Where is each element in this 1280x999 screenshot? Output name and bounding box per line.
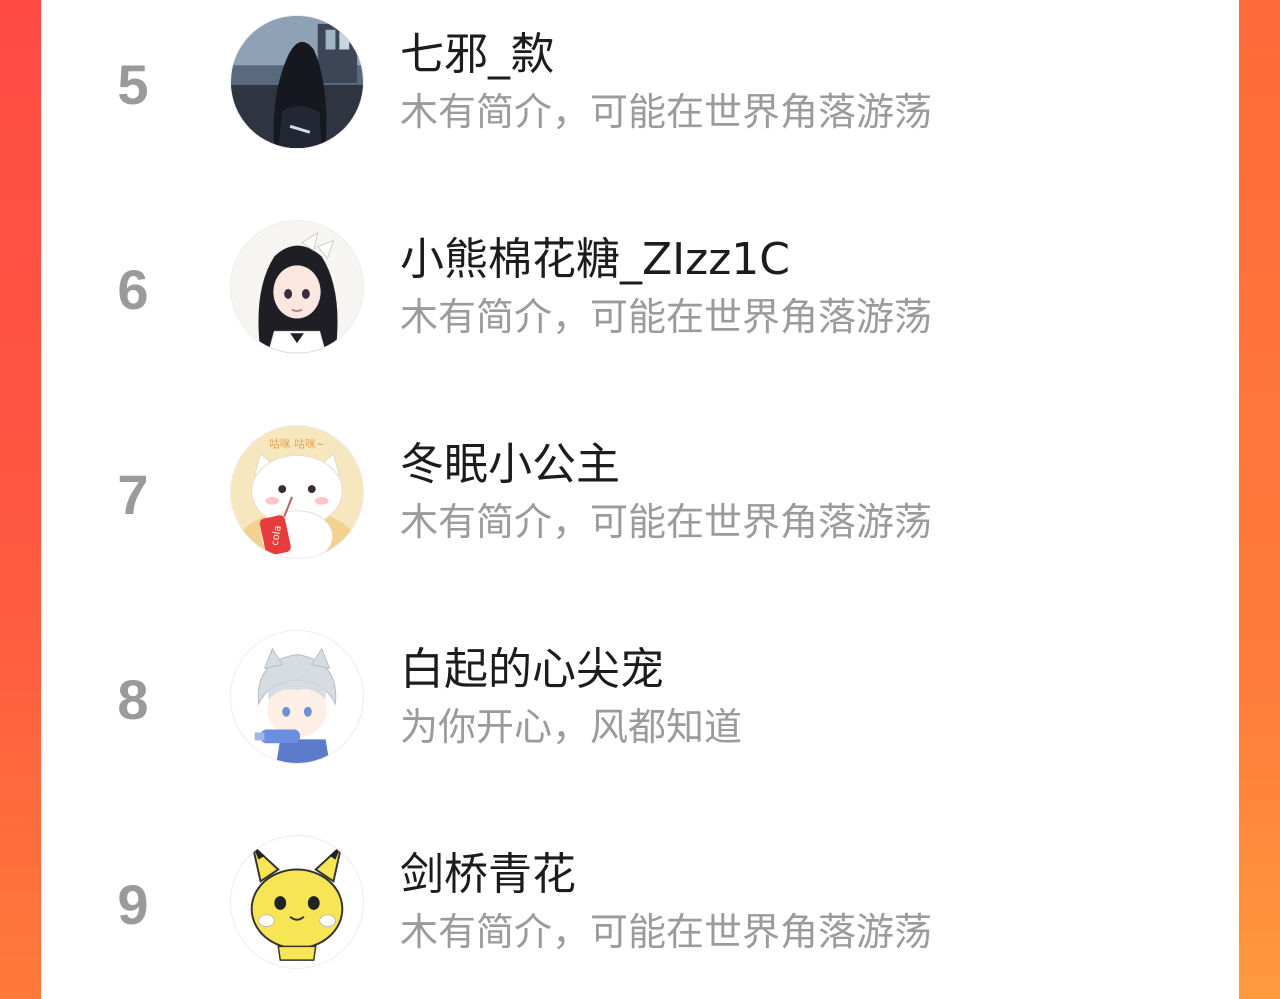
user-avatar[interactable]: 咕咪 咕咪~ cola [230,425,364,559]
ranking-row[interactable]: 9 剑桥青花 木有简介，可能在世界角落游荡 [41,831,1239,971]
ranking-row[interactable]: 7 咕咪 咕咪~ cola 冬眠小公主 木有简介，可能在世界角落游荡 [41,421,1239,561]
user-name[interactable]: 小熊棉花糖_ZIzz1C [400,234,790,286]
user-avatar[interactable] [230,630,364,764]
right-frame [1238,0,1280,999]
rank-number: 6 [117,258,149,321]
user-avatar[interactable] [230,220,364,354]
avatar-caption: 咕咪 咕咪~ [269,438,325,451]
ranking-row[interactable]: 6 小熊棉花糖_ZIzz1C 木有简介，可能在世界角落游荡 [41,216,1239,356]
user-bio: 木有简介，可能在世界角落游荡 [400,500,933,544]
user-bio: 木有简介，可能在世界角落游荡 [400,910,933,954]
silver-hair-boy-avatar-icon [231,631,363,763]
user-name[interactable]: 七邪_歀 [400,29,554,81]
ranking-row[interactable]: 8 白起的心尖宠 为你开心，风都知道 [41,626,1239,766]
user-bio: 为你开心，风都知道 [400,705,743,749]
rank-number: 9 [117,873,149,936]
ranking-list-panel: 5 七邪_歀 木有简介，可能在世界角落游荡 6 小熊棉花糖_ZIzz1C 木有简… [41,0,1239,999]
user-name[interactable]: 冬眠小公主 [400,439,620,491]
white-cat-cola-avatar-icon: 咕咪 咕咪~ cola [231,426,363,558]
user-avatar[interactable] [230,15,364,149]
anime-maid-girl-avatar-icon [231,221,363,353]
rank-number: 7 [117,463,149,526]
ranking-row[interactable]: 5 七邪_歀 木有简介，可能在世界角落游荡 [41,11,1239,151]
girl-photo-avatar-icon [231,16,363,148]
pikachu-avatar-icon [231,836,363,968]
user-name[interactable]: 剑桥青花 [400,849,576,901]
rank-number: 8 [117,668,149,731]
user-bio: 木有简介，可能在世界角落游荡 [400,90,933,134]
rank-number: 5 [117,53,149,116]
user-name[interactable]: 白起的心尖宠 [400,644,664,696]
user-bio: 木有简介，可能在世界角落游荡 [400,295,933,339]
user-avatar[interactable] [230,835,364,969]
